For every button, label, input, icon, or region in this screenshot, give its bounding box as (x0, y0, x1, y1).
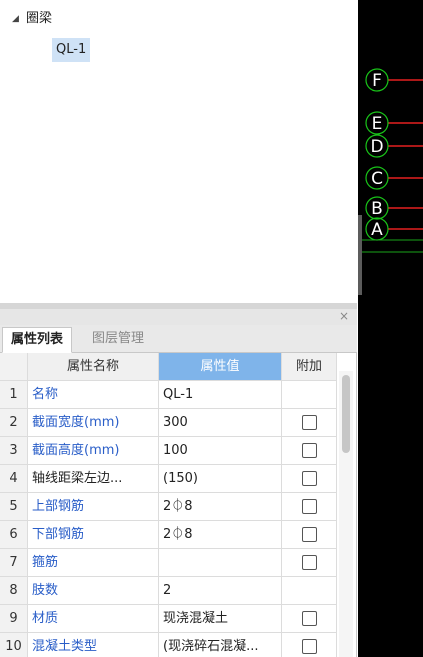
extra-cell (282, 493, 337, 520)
extra-cell (282, 381, 337, 408)
axis-label: C (371, 169, 383, 189)
property-value[interactable]: 现浇混凝土 (159, 605, 282, 632)
table-row[interactable]: 2 截面宽度(mm) 300 (0, 409, 337, 437)
tree-node-root[interactable]: ◢ 圈梁 (12, 8, 52, 30)
extra-checkbox[interactable] (301, 639, 317, 654)
property-name[interactable]: 材质 (28, 605, 159, 632)
header-property-value[interactable]: 属性值 (159, 353, 282, 380)
property-name[interactable]: 截面高度(mm) (28, 437, 159, 464)
extra-checkbox[interactable] (301, 527, 317, 542)
caret-down-icon[interactable]: ◢ (12, 8, 26, 30)
property-value[interactable]: (现浇碎石混凝... (159, 633, 282, 657)
property-name[interactable]: 截面宽度(mm) (28, 409, 159, 436)
property-value[interactable]: 2⏀8 (159, 493, 282, 520)
property-name[interactable]: 肢数 (28, 577, 159, 604)
axis-label: D (370, 137, 383, 157)
row-index: 1 (0, 381, 28, 408)
property-name[interactable]: 轴线距梁左边... (28, 465, 159, 492)
tab-layer-management[interactable]: 图层管理 (84, 327, 152, 353)
splitter-handle[interactable] (358, 215, 362, 295)
extra-cell (282, 605, 337, 632)
axis-grid: F EDCBA (358, 68, 423, 253)
tab-property-list[interactable]: 属性列表 (2, 327, 73, 353)
row-index: 9 (0, 605, 28, 632)
axis-label: A (371, 220, 383, 240)
axis-label: F (372, 71, 382, 91)
extra-checkbox[interactable] (301, 499, 317, 514)
row-index: 7 (0, 549, 28, 576)
vertical-scrollbar[interactable] (339, 371, 353, 657)
table-header: 属性名称 属性值 附加 (0, 353, 337, 381)
property-value[interactable]: 2⏀8 (159, 521, 282, 548)
property-value[interactable]: (150) (159, 465, 282, 492)
extra-cell (282, 549, 337, 576)
table-row[interactable]: 4 轴线距梁左边... (150) (0, 465, 337, 493)
tree-node-label: 圈梁 (26, 11, 53, 26)
row-index: 2 (0, 409, 28, 436)
extra-checkbox[interactable] (301, 611, 317, 626)
table-row[interactable]: 1 名称 QL-1 (0, 381, 337, 409)
property-name[interactable]: 箍筋 (28, 549, 159, 576)
property-value[interactable]: QL-1 (159, 381, 282, 408)
extra-cell (282, 577, 337, 604)
row-index: 3 (0, 437, 28, 464)
extra-cell (282, 465, 337, 492)
panel-title-bar: × (0, 309, 357, 325)
table-row[interactable]: 5 上部钢筋 2⏀8 (0, 493, 337, 521)
row-index: 10 (0, 633, 28, 657)
drawing-canvas[interactable]: F EDCBA (358, 0, 423, 657)
extra-cell (282, 633, 337, 657)
extra-checkbox[interactable] (301, 415, 317, 430)
table-row[interactable]: 6 下部钢筋 2⏀8 (0, 521, 337, 549)
axis-label: B (371, 199, 383, 219)
table-row[interactable]: 8 肢数 2 (0, 577, 337, 605)
table-row[interactable]: 3 截面高度(mm) 100 (0, 437, 337, 465)
property-name[interactable]: 混凝土类型 (28, 633, 159, 657)
extra-cell (282, 409, 337, 436)
table-row[interactable]: 9 材质 现浇混凝土 (0, 605, 337, 633)
property-value[interactable]: 2 (159, 577, 282, 604)
scrollbar-thumb[interactable] (342, 375, 350, 453)
property-value[interactable]: 100 (159, 437, 282, 464)
tree-node-label: QL-1 (56, 42, 87, 57)
extra-cell (282, 437, 337, 464)
table-row[interactable]: 7 箍筋 (0, 549, 337, 577)
extra-checkbox[interactable] (301, 443, 317, 458)
property-value[interactable]: 300 (159, 409, 282, 436)
property-name[interactable]: 下部钢筋 (28, 521, 159, 548)
property-value[interactable] (159, 549, 282, 576)
component-tree: ◢ 圈梁 QL-1 (0, 0, 357, 303)
extra-cell (282, 521, 337, 548)
row-index: 5 (0, 493, 28, 520)
property-name[interactable]: 名称 (28, 381, 159, 408)
row-index: 4 (0, 465, 28, 492)
header-property-name[interactable]: 属性名称 (28, 353, 159, 380)
extra-checkbox[interactable] (301, 555, 317, 570)
table-row[interactable]: 10 混凝土类型 (现浇碎石混凝... (0, 633, 337, 657)
extra-checkbox[interactable] (301, 471, 317, 486)
header-index (0, 353, 28, 380)
left-panel: ◢ 圈梁 QL-1 × 属性列表 图层管理 属性名称 属性值 附加 1 名称 QL-1 2 截… (0, 0, 357, 657)
row-index: 8 (0, 577, 28, 604)
header-extra[interactable]: 附加 (282, 353, 337, 380)
row-index: 6 (0, 521, 28, 548)
property-name[interactable]: 上部钢筋 (28, 493, 159, 520)
panel-tabs: 属性列表 图层管理 (0, 325, 357, 353)
tree-node-ql1[interactable]: QL-1 (52, 38, 91, 62)
axis-label: E (372, 114, 383, 134)
close-icon[interactable]: × (339, 308, 349, 324)
